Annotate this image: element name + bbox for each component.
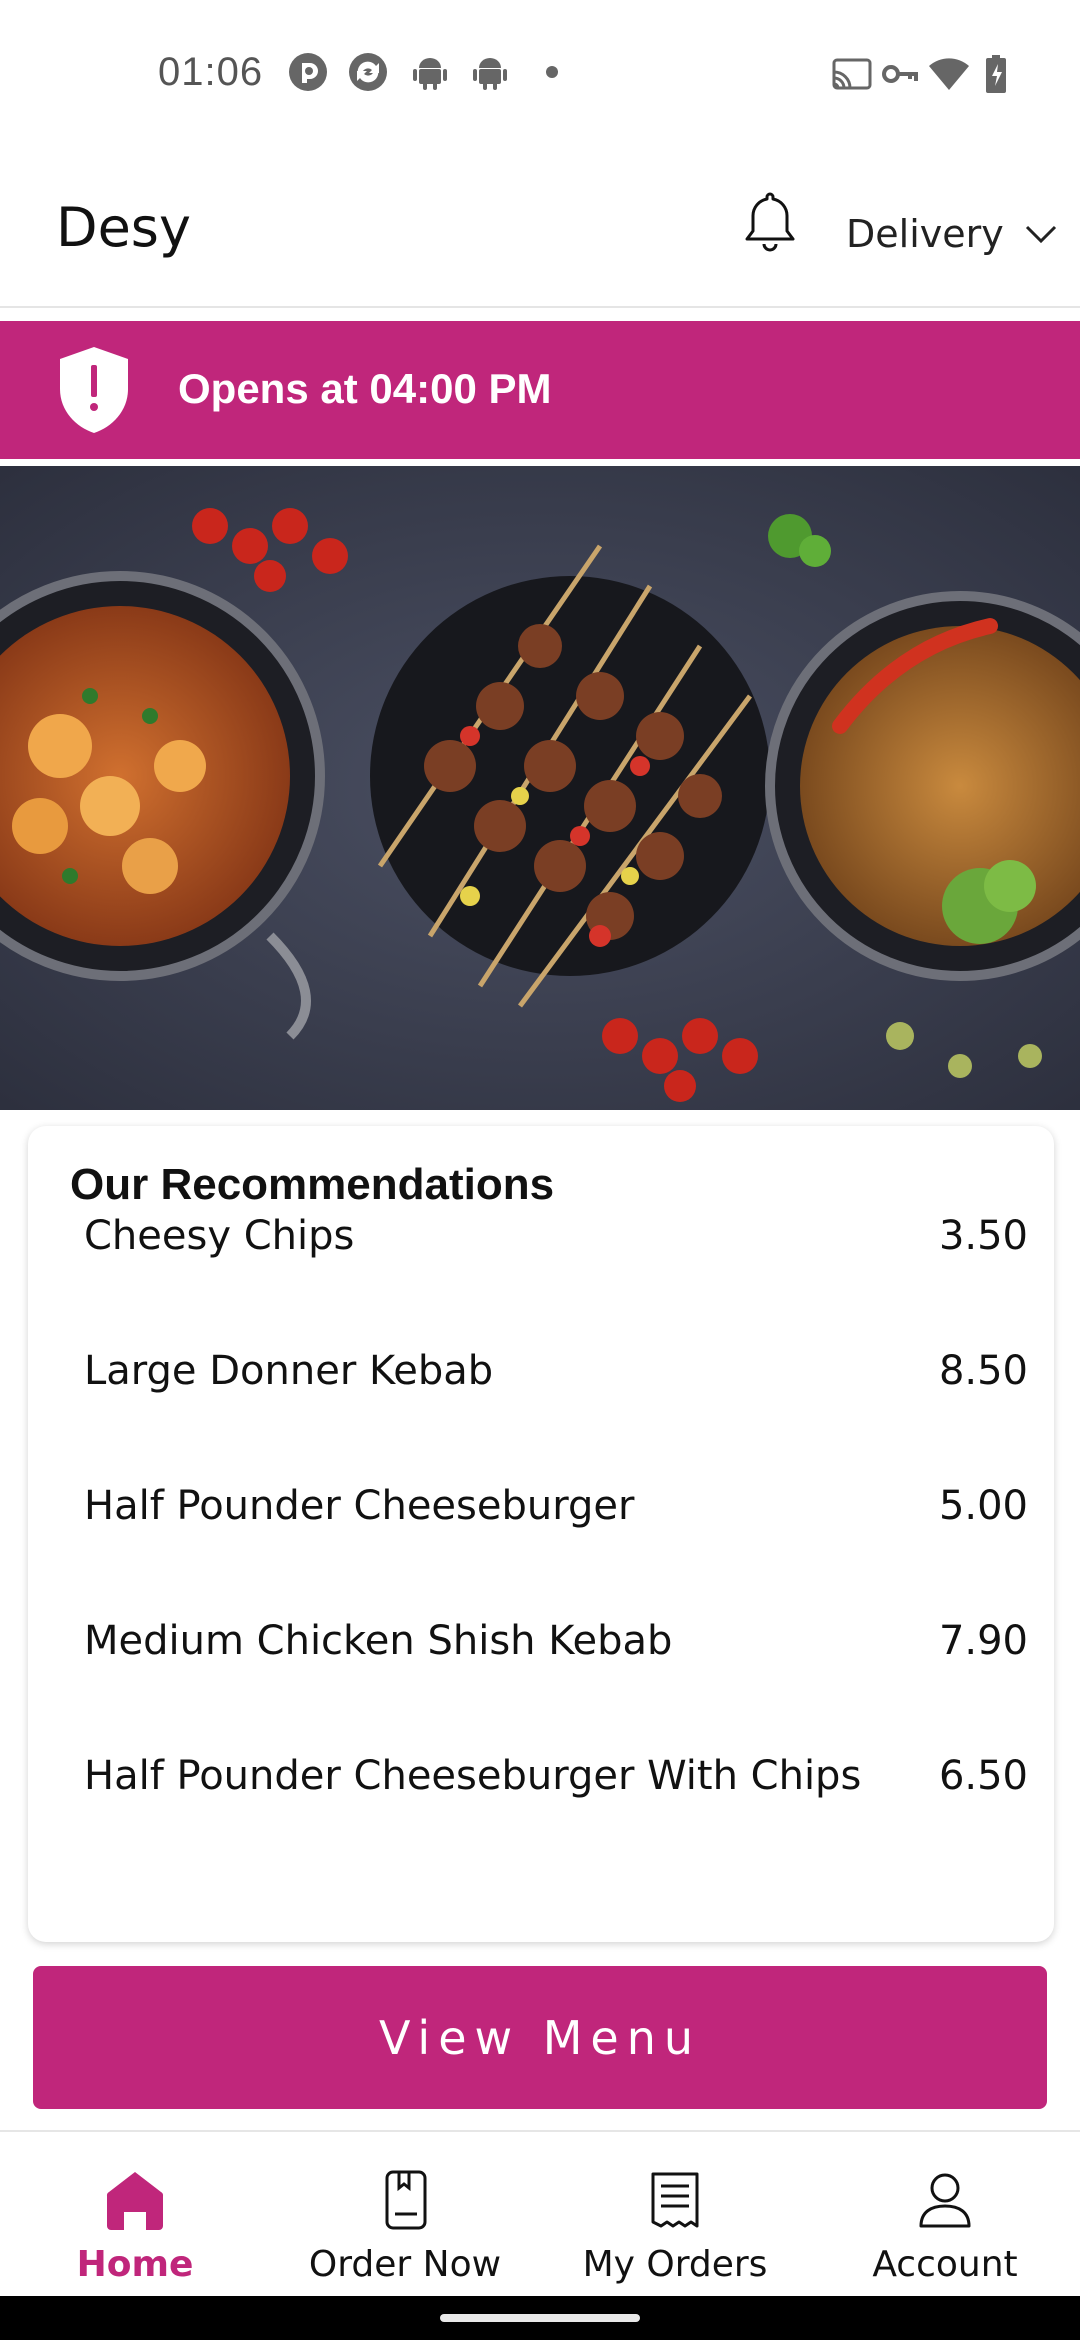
nav-item-my-orders[interactable]: My Orders (540, 2132, 810, 2298)
delivery-label: Delivery (846, 212, 1004, 256)
pocket-casts-icon (289, 53, 327, 91)
status-time: 01:06 (158, 50, 264, 94)
nav-label-my-orders: My Orders (582, 2244, 768, 2285)
android-icon (473, 58, 507, 90)
food-banner-image (0, 466, 1080, 1110)
item-name: Cheesy Chips (84, 1213, 355, 1259)
nav-label-account: Account (872, 2244, 1018, 2285)
page-title: Desy (56, 196, 191, 259)
nav-item-home[interactable]: Home (0, 2132, 270, 2298)
recommendation-item[interactable]: Half Pounder Cheeseburger With Chips 6.5… (84, 1736, 1028, 1816)
nav-item-account[interactable]: Account (810, 2132, 1080, 2298)
nav-label-home: Home (76, 2244, 194, 2285)
item-price: 5.00 (938, 1483, 1028, 1529)
bell-icon[interactable] (740, 186, 800, 258)
chevron-down-icon (1025, 225, 1056, 244)
wifi-icon (929, 58, 969, 90)
android-icon (413, 58, 447, 90)
item-name: Large Donner Kebab (84, 1348, 494, 1394)
nav-label-order-now: Order Now (308, 2244, 502, 2285)
order-book-icon (385, 2170, 427, 2230)
food-illustration (0, 466, 1080, 1110)
home-icon (106, 2172, 164, 2230)
item-name: Half Pounder Cheeseburger With Chips (84, 1753, 862, 1799)
banner-text: Opens at 04:00 PM (178, 365, 552, 412)
nav-item-order-now[interactable]: Order Now (270, 2132, 540, 2298)
item-price: 3.50 (938, 1213, 1028, 1259)
recommendations-card: Our Recommendations Cheesy Chips 3.50 La… (28, 1126, 1054, 1942)
opening-hours-banner: Opens at 04:00 PM (0, 321, 1080, 459)
item-name: Half Pounder Cheeseburger (84, 1483, 635, 1529)
vpn-key-icon (882, 65, 918, 83)
shield-alert-icon (60, 347, 128, 433)
recommendation-item[interactable]: Large Donner Kebab 8.50 (84, 1331, 1028, 1411)
cast-icon (832, 58, 872, 90)
home-gesture-handle[interactable] (440, 2314, 640, 2322)
item-price: 6.50 (938, 1753, 1028, 1799)
item-name: Medium Chicken Shish Kebab (84, 1618, 673, 1664)
dot-icon (546, 66, 558, 78)
view-menu-button[interactable]: View Menu (33, 1966, 1047, 2109)
account-icon (919, 2173, 971, 2228)
status-bar: 01:06 (0, 0, 1080, 150)
battery-charging-icon (986, 55, 1006, 93)
system-gesture-bar (0, 2296, 1080, 2340)
receipt-icon (651, 2172, 699, 2228)
pocket-casts-alt-icon (349, 53, 387, 91)
item-price: 7.90 (938, 1618, 1028, 1664)
recommendation-item[interactable]: Half Pounder Cheeseburger 5.00 (84, 1466, 1028, 1546)
bottom-navigation: Home Order Now My Orders Account (0, 2130, 1080, 2296)
delivery-dropdown[interactable]: Delivery (846, 204, 1058, 264)
app-header: Desy Delivery (0, 150, 1080, 308)
item-price: 8.50 (938, 1348, 1028, 1394)
recommendation-item[interactable]: Cheesy Chips 3.50 (84, 1196, 1028, 1276)
recommendation-item[interactable]: Medium Chicken Shish Kebab 7.90 (84, 1601, 1028, 1681)
